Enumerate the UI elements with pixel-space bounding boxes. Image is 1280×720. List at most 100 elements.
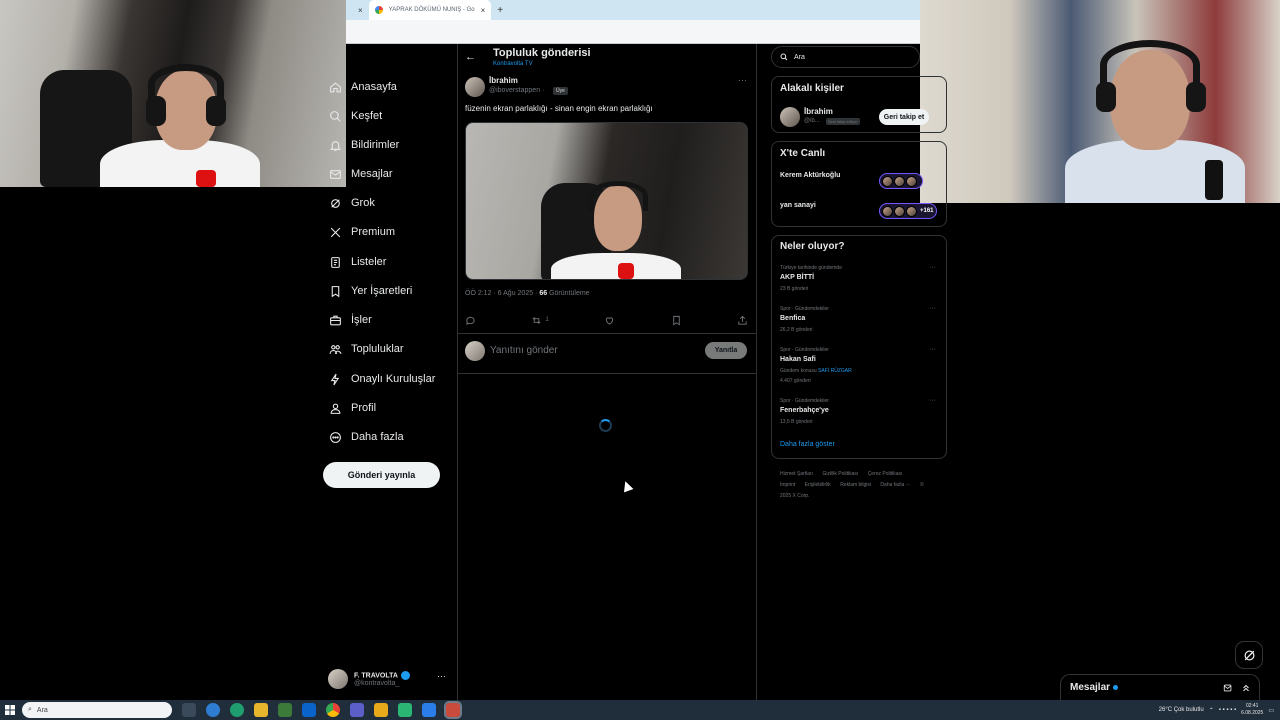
weather-widget[interactable]: 26°C Çok bulutlu xyxy=(1159,707,1204,713)
live-item-avatars[interactable] xyxy=(879,173,923,189)
browser-tab-active[interactable]: YAPRAK DÖKÜMÜ NUNIŞ - Go × xyxy=(368,0,492,20)
discord-icon[interactable] xyxy=(350,703,364,717)
footer-link[interactable]: Gizlilik Politikası xyxy=(822,471,858,477)
sidebar-item-mesajlar[interactable]: Mesajlar xyxy=(328,164,393,184)
webcam-left xyxy=(0,0,346,187)
app-icon[interactable] xyxy=(374,703,388,717)
footer-link[interactable]: Erişilebilirlik xyxy=(805,482,831,488)
sidebar-item-profil[interactable]: Profil xyxy=(328,398,376,418)
footer-link[interactable]: Reklam bilgisi xyxy=(840,482,871,488)
file-explorer-icon[interactable] xyxy=(254,703,268,717)
follow-back-button[interactable]: Geri takip et xyxy=(879,109,929,125)
like-action[interactable] xyxy=(604,315,615,326)
new-tab-icon[interactable]: + xyxy=(497,5,503,16)
verified-icon xyxy=(400,671,410,680)
sidebar-item-label: Anasayfa xyxy=(351,81,397,93)
lightning-icon xyxy=(328,372,342,386)
sidebar-item-label: Premium xyxy=(351,226,396,238)
store-icon[interactable] xyxy=(278,703,292,717)
browser-tab[interactable]: × xyxy=(346,0,369,20)
tweet-actions: 1 xyxy=(465,313,748,327)
chrome-icon[interactable] xyxy=(326,703,340,717)
sidebar-item-keşfet[interactable]: Keşfet xyxy=(328,106,382,126)
reply-input[interactable]: Yanıtını gönder xyxy=(490,345,558,356)
account-switcher[interactable]: F. TRAVOLTA @kontravolta_ ··· xyxy=(328,665,450,693)
webcam-right xyxy=(920,0,1280,203)
share-action[interactable] xyxy=(737,315,748,326)
tray-icons[interactable]: ▪ ▪ ▪ ▪ ▪ xyxy=(1219,707,1236,713)
sidebar-item-daha-fazla[interactable]: Daha fazla xyxy=(328,427,404,447)
sidebar-item-grok[interactable]: Grok xyxy=(328,193,375,213)
edge-icon[interactable] xyxy=(206,703,220,717)
retweet-action[interactable]: 1 xyxy=(531,315,549,326)
post-button[interactable]: Gönderi yayınla xyxy=(323,462,440,488)
app-icon[interactable] xyxy=(422,703,436,717)
system-tray: 26°C Çok bulutlu ⌃ ▪ ▪ ▪ ▪ ▪ 02:41 6.08.… xyxy=(1159,700,1274,720)
new-message-icon[interactable] xyxy=(1223,683,1233,693)
footer-link[interactable]: Daha fazla ··· xyxy=(880,482,910,488)
grok-button[interactable] xyxy=(1235,641,1263,669)
sidebar-item-label: Yer İşaretleri xyxy=(351,285,413,297)
address-bar[interactable] xyxy=(346,20,920,44)
close-icon[interactable]: × xyxy=(358,6,363,15)
trend-link[interactable]: SAFİ RÜZGAR xyxy=(818,368,852,374)
windows-start-icon[interactable] xyxy=(0,700,20,720)
app-icon-active[interactable] xyxy=(444,701,462,719)
sidebar-item-bildirimler[interactable]: Bildirimler xyxy=(328,135,399,155)
headset xyxy=(1100,40,1200,90)
google-icon xyxy=(374,6,383,14)
live-item-name[interactable]: yan sanayi xyxy=(780,202,816,209)
live-item-avatars[interactable]: +161 xyxy=(879,203,937,219)
sidebar-item-premium[interactable]: Premium xyxy=(328,222,395,242)
tweet-author-name[interactable]: İbrahim xyxy=(489,76,518,85)
card-title: X'te Canlı xyxy=(780,148,826,159)
reply-action[interactable] xyxy=(465,315,476,326)
more-icon[interactable]: ··· xyxy=(929,397,936,404)
app-icon[interactable] xyxy=(398,703,412,717)
footer-link[interactable]: İmprint xyxy=(780,482,795,488)
more-icon[interactable]: ··· xyxy=(437,671,446,681)
messages-drawer[interactable]: Mesajlar xyxy=(1060,674,1260,700)
retweet-icon xyxy=(532,316,541,324)
sidebar-item-yer-i-şaretleri[interactable]: Yer İşaretleri xyxy=(328,281,412,301)
page-title: Topluluk gönderisi xyxy=(493,47,591,59)
microphone xyxy=(196,170,216,187)
tweet-author-handle[interactable]: @iboverstappen · xyxy=(489,87,544,94)
footer-link[interactable]: Hizmet Şartları xyxy=(780,471,813,477)
sidebar-item-i-şler[interactable]: İşler xyxy=(328,310,372,330)
back-arrow-icon[interactable]: ← xyxy=(465,51,476,63)
more-icon[interactable]: ··· xyxy=(738,75,747,85)
expand-icon[interactable] xyxy=(1241,683,1251,693)
tweet-media[interactable] xyxy=(465,122,748,280)
outlook-icon[interactable] xyxy=(302,703,316,717)
sidebar-item-onaylı-kuruluşlar[interactable]: Onaylı Kuruluşlar xyxy=(328,369,435,389)
tweet-timestamp[interactable]: ÖÖ 2:12 · 6 Ağu 2025 · xyxy=(465,290,537,297)
briefcase-icon xyxy=(328,313,342,327)
edge-dev-icon[interactable] xyxy=(230,703,244,717)
chevron-up-icon[interactable]: ⌃ xyxy=(1209,707,1214,714)
footer-link[interactable]: Çerez Politikası xyxy=(868,471,903,477)
more-icon[interactable]: ··· xyxy=(929,305,936,312)
search-icon xyxy=(780,53,788,61)
sidebar-item-anasayfa[interactable]: Anasayfa xyxy=(328,77,397,97)
more-icon[interactable]: ··· xyxy=(929,346,936,353)
bookmark-action[interactable] xyxy=(671,315,682,326)
more-icon[interactable]: ··· xyxy=(929,264,936,271)
sidebar-item-topluluklar[interactable]: Topluluklar xyxy=(328,339,404,359)
person-name[interactable]: İbrahim xyxy=(804,107,833,116)
sidebar-item-listeler[interactable]: Listeler xyxy=(328,252,386,272)
reply-button[interactable]: Yanıtla xyxy=(705,342,747,359)
live-item-name[interactable]: Kerem Aktürkoğlu xyxy=(780,172,840,179)
clock[interactable]: 02:41 6.08.2025 xyxy=(1241,703,1263,717)
avatar[interactable] xyxy=(780,107,800,127)
community-link[interactable]: Kontravolta TV xyxy=(493,61,533,67)
show-more-link[interactable]: Daha fazla göster xyxy=(780,441,835,448)
avatar xyxy=(465,341,485,361)
notification-icon[interactable]: ▭ xyxy=(1268,707,1274,714)
close-icon[interactable]: × xyxy=(481,6,486,15)
task-view-icon[interactable] xyxy=(182,703,196,717)
person-handle[interactable]: @ib... xyxy=(804,118,820,124)
tweet-author-avatar[interactable] xyxy=(465,77,485,97)
search-input[interactable]: Ara xyxy=(771,46,920,68)
taskbar-search[interactable]: ⌕ Ara xyxy=(22,702,172,718)
